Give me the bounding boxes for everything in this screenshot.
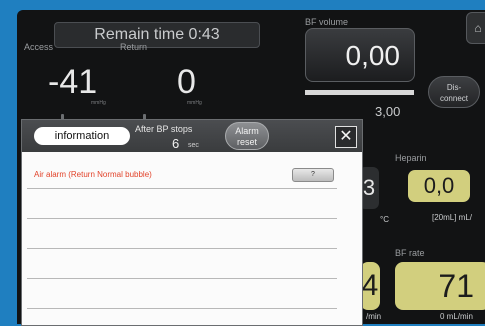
alarm-detail-button[interactable]: ? bbox=[292, 168, 334, 182]
bf-volume-label: BF volume bbox=[305, 17, 349, 27]
return-unit: mmHg bbox=[187, 100, 202, 106]
dialysate-rate-value[interactable]: 4 bbox=[360, 262, 380, 310]
list-divider bbox=[27, 218, 337, 219]
disconnect-button[interactable]: Dis- connect bbox=[428, 76, 480, 108]
after-bp-stops-value: 6 bbox=[172, 136, 180, 151]
bf-volume-target: 3,00 bbox=[375, 104, 401, 119]
dialysate-rate-unit: /min bbox=[366, 312, 382, 321]
bf-rate-value[interactable]: 71 bbox=[395, 262, 485, 310]
list-divider bbox=[27, 188, 337, 189]
access-label: Access bbox=[24, 42, 54, 52]
home-button[interactable]: ⌂ bbox=[466, 12, 485, 44]
home-icon: ⌂ bbox=[474, 21, 482, 35]
access-unit: mmHg bbox=[91, 100, 106, 106]
alarm-reset-button[interactable]: Alarm reset bbox=[225, 122, 269, 150]
close-icon: ✕ bbox=[339, 128, 353, 145]
heparin-unit: [20mL] mL/ bbox=[432, 213, 473, 222]
bf-volume-progress bbox=[305, 90, 414, 95]
bf-rate-unit: 0 mL/min bbox=[440, 312, 473, 321]
heparin-value[interactable]: 0,0 bbox=[408, 170, 470, 202]
list-divider bbox=[27, 248, 337, 249]
heparin-label: Heparin bbox=[395, 153, 427, 163]
access-pressure: -41 bbox=[48, 63, 98, 101]
bf-volume-display[interactable]: 0,00 bbox=[305, 28, 415, 82]
close-button[interactable]: ✕ bbox=[335, 126, 357, 148]
alarm-list-item[interactable]: Air alarm (Return Normal bubble) ? bbox=[22, 156, 362, 188]
alarm-message: Air alarm (Return Normal bubble) bbox=[34, 170, 152, 179]
dialog-header: information After BP stops 6 sec Alarm r… bbox=[22, 120, 362, 152]
temperature-unit: °C bbox=[380, 215, 389, 224]
return-label: Return bbox=[120, 42, 148, 52]
list-divider bbox=[27, 278, 337, 279]
information-button[interactable]: information bbox=[34, 127, 130, 145]
remain-time: Remain time 0:43 bbox=[54, 22, 260, 48]
bf-rate-label: BF rate bbox=[395, 248, 425, 258]
return-pressure: 0 bbox=[177, 63, 196, 101]
list-divider bbox=[27, 308, 337, 309]
alarm-dialog: information After BP stops 6 sec Alarm r… bbox=[21, 119, 363, 326]
after-bp-stops-unit: sec bbox=[188, 142, 199, 149]
after-bp-stops-label: After BP stops bbox=[135, 124, 193, 134]
